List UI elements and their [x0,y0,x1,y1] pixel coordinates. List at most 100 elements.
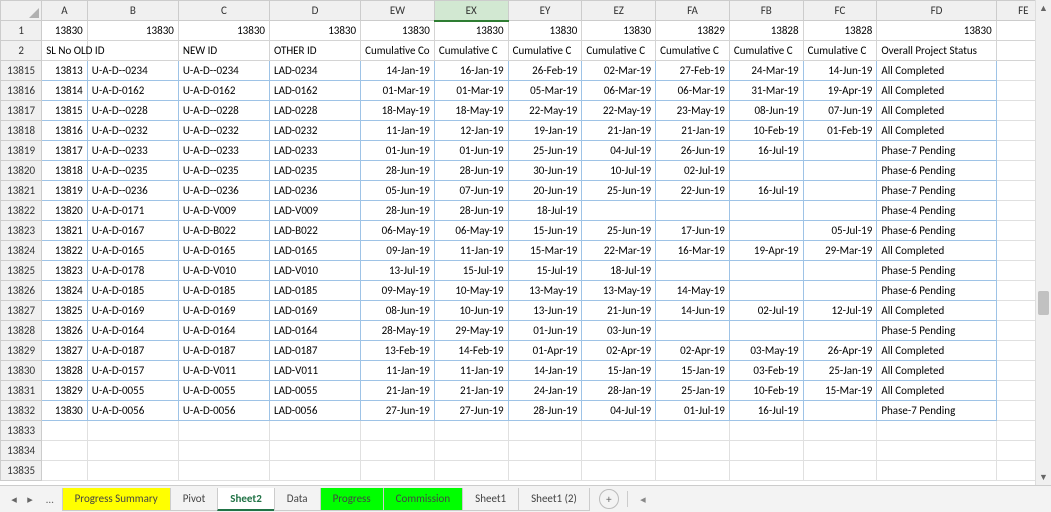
cell[interactable]: 13-May-19 [582,281,656,301]
cell[interactable]: 18-Jul-19 [508,201,582,221]
cell[interactable]: 10-Jun-19 [434,301,508,321]
column-header-EZ[interactable]: EZ [582,1,656,21]
sheet-tab[interactable]: Progress [320,488,384,511]
cell[interactable]: 24-Jan-19 [508,381,582,401]
row-header[interactable]: 13833 [1,421,42,441]
cell[interactable]: 27-Feb-19 [656,61,730,81]
cell[interactable]: 04-Jul-19 [582,401,656,421]
cell[interactable]: 31-Mar-19 [729,81,803,101]
cell[interactable] [582,201,656,221]
scroll-thumb[interactable] [1038,291,1049,315]
cell[interactable]: 13825 [42,301,88,321]
cell[interactable]: U-A-D--0235 [178,161,269,181]
cell[interactable]: All Completed [877,241,996,261]
cell[interactable]: 25-Jan-19 [803,361,877,381]
cell[interactable]: 12-Jan-19 [434,121,508,141]
cell[interactable]: U-A-D-V010 [178,261,269,281]
cell[interactable]: U-A-D-0157 [87,361,178,381]
column-header-FB[interactable]: FB [729,1,803,21]
row-header[interactable]: 13821 [1,181,42,201]
row-header[interactable]: 13823 [1,221,42,241]
header-cell[interactable]: Cumulative Co [361,41,435,61]
cell[interactable]: 13830 [178,21,269,41]
cell[interactable] [729,321,803,341]
cell[interactable] [656,201,730,221]
cell[interactable]: U-A-D--0236 [178,181,269,201]
cell[interactable]: 07-Jun-19 [434,181,508,201]
cell[interactable] [729,201,803,221]
cell[interactable]: U-A-D-0171 [87,201,178,221]
cell[interactable]: 21-Jan-19 [361,381,435,401]
cell[interactable]: 09-May-19 [361,281,435,301]
cell[interactable]: 13830 [42,401,88,421]
cell[interactable] [361,441,435,461]
cell[interactable] [803,181,877,201]
cell[interactable]: 21-Jan-19 [656,121,730,141]
cell[interactable]: 05-Mar-19 [508,81,582,101]
row-header-1[interactable]: 1 [1,21,42,41]
cell[interactable]: U-A-D--0233 [178,141,269,161]
cell[interactable]: Phase-5 Pending [877,321,996,341]
cell[interactable]: 15-Mar-19 [508,241,582,261]
cell[interactable]: 13830 [582,21,656,41]
cell[interactable]: U-A-D-V011 [178,361,269,381]
add-sheet-button[interactable]: + [599,489,619,509]
sheet-tab[interactable]: Sheet1 [462,488,519,511]
tab-overflow-button[interactable]: … [38,489,62,510]
cell[interactable] [178,441,269,461]
cell[interactable]: 13820 [42,201,88,221]
cell[interactable]: Phase-4 Pending [877,201,996,221]
cell[interactable] [178,461,269,481]
cell[interactable]: 01-Apr-19 [508,341,582,361]
cell[interactable]: 08-Jun-19 [361,301,435,321]
cell[interactable]: 13-Jul-19 [361,261,435,281]
cell[interactable]: U-A-D-B022 [178,221,269,241]
sheet-tab[interactable]: Sheet1 (2) [518,488,590,511]
cell[interactable]: 06-May-19 [361,221,435,241]
cell[interactable]: 28-Jun-19 [434,161,508,181]
sheet-tab[interactable]: Sheet2 [217,488,275,511]
cell[interactable] [803,201,877,221]
cell[interactable]: 17-Jun-19 [656,221,730,241]
row-header[interactable]: 13818 [1,121,42,141]
cell[interactable]: 12-Jul-19 [803,301,877,321]
cell[interactable]: All Completed [877,301,996,321]
cell[interactable]: 14-Jan-19 [361,61,435,81]
cell[interactable] [508,441,582,461]
cell[interactable]: 16-Mar-19 [656,241,730,261]
cell[interactable]: 11-Jan-19 [434,361,508,381]
cell[interactable]: U-A-D-0187 [178,341,269,361]
cell[interactable]: U-A-D--0234 [87,61,178,81]
cell[interactable]: LAD-B022 [269,221,360,241]
cell[interactable]: 14-Feb-19 [434,341,508,361]
cell[interactable] [361,421,435,441]
cell[interactable]: 11-Jan-19 [361,121,435,141]
cell[interactable]: Phase-7 Pending [877,401,996,421]
cell[interactable]: 22-May-19 [508,101,582,121]
cell[interactable]: 16-Jan-19 [434,61,508,81]
cell[interactable]: 02-Jul-19 [729,301,803,321]
cell[interactable]: 26-Apr-19 [803,341,877,361]
row-header[interactable]: 13817 [1,101,42,121]
cell[interactable] [434,421,508,441]
column-header-A[interactable]: A [42,1,88,21]
cell[interactable]: 14-Jan-19 [508,361,582,381]
cell[interactable]: 15-Jul-19 [434,261,508,281]
cell[interactable]: U-A-D-0187 [87,341,178,361]
column-header-FD[interactable]: FD [877,1,996,21]
cell[interactable] [803,401,877,421]
cell[interactable]: 13822 [42,241,88,261]
cell[interactable]: U-A-D-0056 [87,401,178,421]
cell[interactable]: 28-Jun-19 [361,161,435,181]
cell[interactable]: 01-Jul-19 [656,401,730,421]
cell[interactable] [656,321,730,341]
cell[interactable]: 13823 [42,261,88,281]
cell[interactable]: 01-Mar-19 [361,81,435,101]
cell[interactable]: 02-Apr-19 [656,341,730,361]
cell[interactable] [87,421,178,441]
cell[interactable]: 18-Jul-19 [582,261,656,281]
cell[interactable]: 21-Jan-19 [434,381,508,401]
cell[interactable] [729,221,803,241]
cell[interactable]: 02-Mar-19 [582,61,656,81]
tab-nav-next-icon[interactable]: ▸ [23,491,37,507]
